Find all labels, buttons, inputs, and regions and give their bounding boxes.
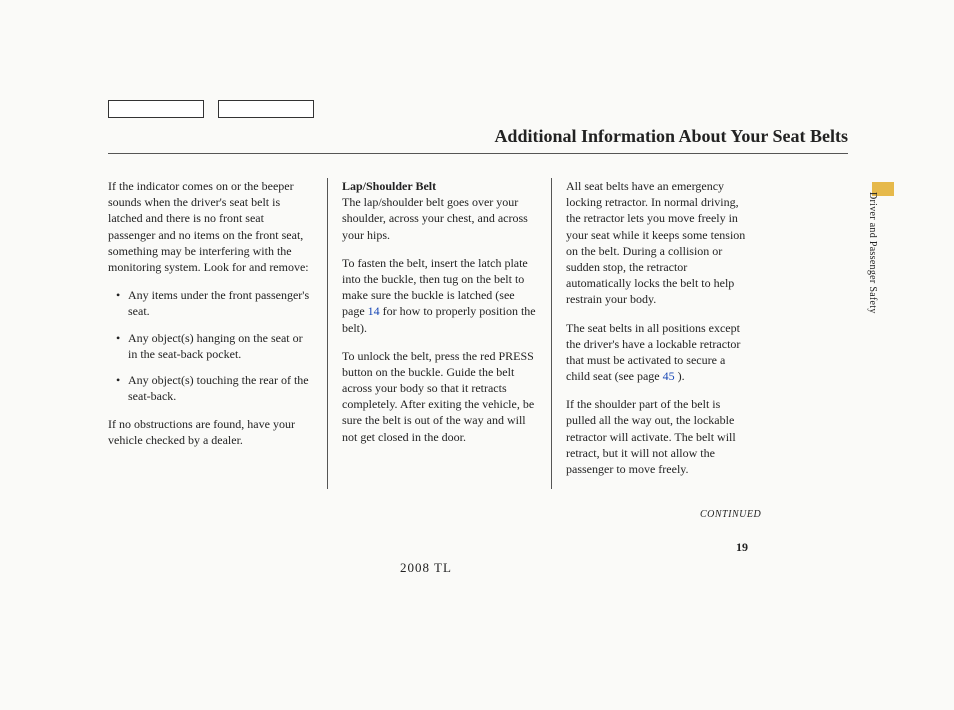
page-title: Additional Information About Your Seat B… (108, 126, 848, 147)
page-number: 19 (736, 540, 748, 555)
col1-bullet-2: Any object(s) hanging on the seat or in … (116, 330, 313, 362)
col2-p3: To unlock the belt, press the red PRESS … (342, 348, 537, 445)
col3-p2: The seat belts in all positions except t… (566, 320, 748, 385)
top-box-1 (108, 100, 204, 118)
col1-bullets: Any items under the front passenger's se… (108, 287, 313, 404)
col1-bullet-3: Any object(s) touching the rear of the s… (116, 372, 313, 404)
title-rule (108, 153, 848, 154)
col3-p1: All seat belts have an emergency locking… (566, 178, 748, 308)
col1-bullet-1: Any items under the front passenger's se… (116, 287, 313, 319)
page-link-14[interactable]: 14 (368, 304, 380, 318)
page-link-45[interactable]: 45 (663, 369, 675, 383)
column-3: All seat belts have an emergency locking… (552, 178, 762, 489)
col1-p2: If no obstructions are found, have your … (108, 416, 313, 448)
col1-p1: If the indicator comes on or the beeper … (108, 178, 313, 275)
col3-p2a: The seat belts in all positions except t… (566, 321, 740, 384)
footer-model: 2008 TL (400, 560, 452, 576)
col3-p2b: ). (675, 369, 685, 383)
top-boxes (108, 100, 848, 118)
side-section-label: Driver and Passenger Safety (867, 192, 878, 314)
col2-p1: The lap/shoulder belt goes over your sho… (342, 195, 528, 241)
column-1: If the indicator comes on or the beeper … (108, 178, 328, 489)
continued-label: CONTINUED (700, 509, 761, 520)
columns: If the indicator comes on or the beeper … (108, 178, 848, 489)
top-box-2 (218, 100, 314, 118)
col2-subhead: Lap/Shoulder Belt (342, 179, 436, 193)
col2-p2: To fasten the belt, insert the latch pla… (342, 255, 537, 336)
column-2: Lap/Shoulder Belt The lap/shoulder belt … (328, 178, 552, 489)
col3-p3: If the shoulder part of the belt is pull… (566, 396, 748, 477)
